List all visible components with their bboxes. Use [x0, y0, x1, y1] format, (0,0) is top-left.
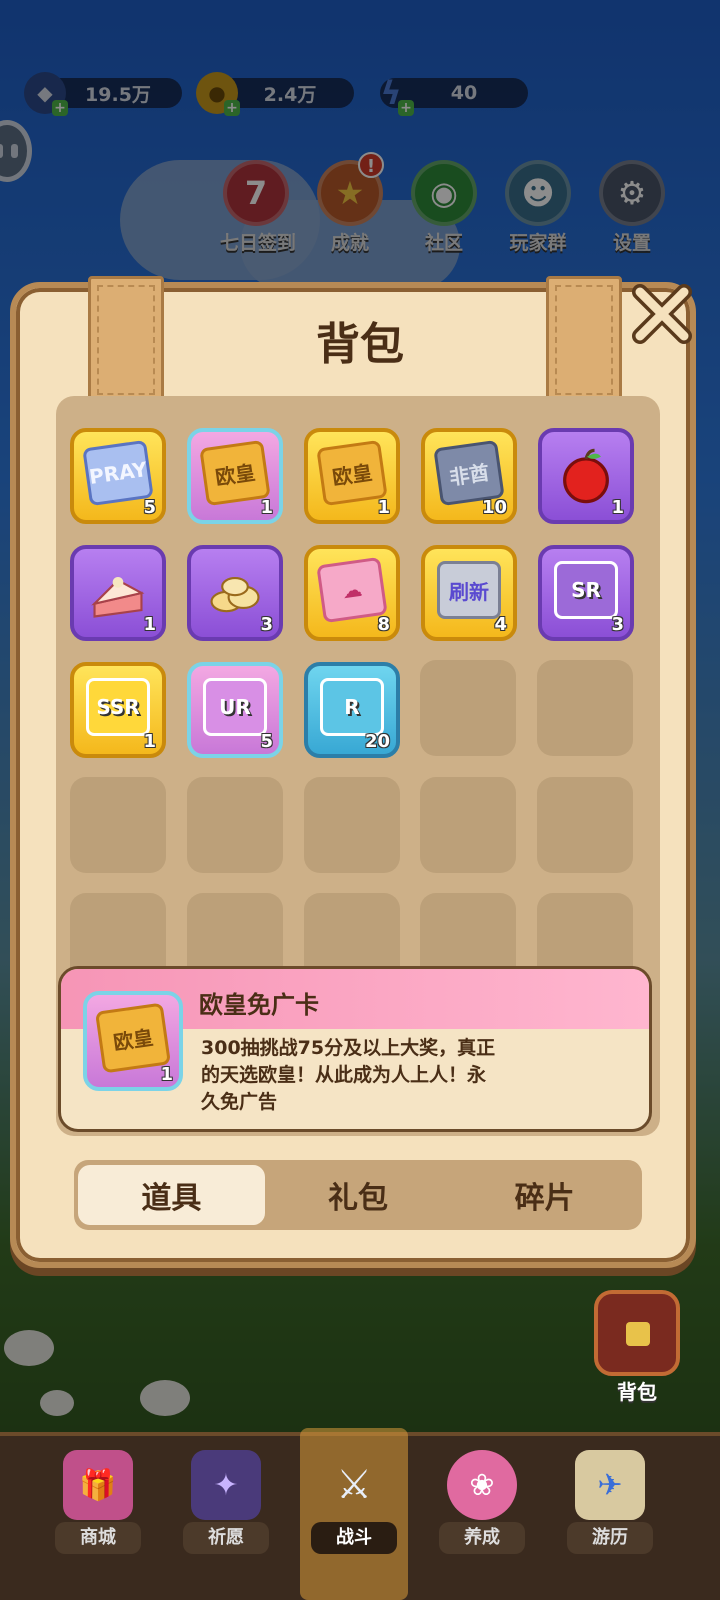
item-count: 5: [260, 731, 273, 752]
item-refresh-card[interactable]: 刷新 4: [421, 545, 517, 641]
backpack-icon: [594, 1290, 680, 1376]
item-count: 4: [494, 614, 507, 635]
item-count: 1: [160, 1064, 173, 1085]
wish-card-icon: ✦: [191, 1450, 261, 1520]
tooltip-item-description: 300抽挑战75分及以上大奖，真正的天选欧皇！从此成为人上人！永久免广告: [201, 1037, 496, 1113]
item-ur-fragment[interactable]: UR 5: [187, 662, 283, 758]
nav-battle[interactable]: ⚔ 战斗: [306, 1450, 402, 1554]
item-r-fragment[interactable]: R 20: [304, 662, 400, 758]
refresh-card-icon: 刷新: [437, 561, 501, 619]
tab-gift-packs[interactable]: 礼包: [265, 1165, 452, 1225]
item-count: 8: [377, 614, 390, 635]
item-pink-ticket[interactable]: ☁ 8: [304, 545, 400, 641]
ur-puzzle-icon: UR: [203, 678, 267, 736]
r-puzzle-icon: R: [320, 678, 384, 736]
nav-battle-label: 战斗: [311, 1522, 397, 1554]
item-ssr-fragment[interactable]: SSR 1: [70, 662, 166, 758]
bag-title: 背包: [316, 319, 404, 370]
item-feiqiu-card[interactable]: 非酋 10: [421, 428, 517, 524]
item-apple[interactable]: 1: [538, 428, 634, 524]
nav-shop[interactable]: 🎁 商城: [50, 1450, 146, 1554]
item-count: 1: [260, 497, 273, 518]
sr-puzzle-icon: SR: [554, 561, 618, 619]
empty-slot: [70, 777, 166, 873]
ssr-puzzle-icon: SSR: [86, 678, 150, 736]
item-cake[interactable]: 1: [70, 545, 166, 641]
cake-icon: [91, 577, 145, 618]
nav-travel[interactable]: ✈ 游历: [562, 1450, 658, 1554]
crossed-swords-icon: ⚔: [336, 1462, 372, 1508]
item-sr-fragment[interactable]: SR 3: [538, 545, 634, 641]
nav-wish-label: 祈愿: [183, 1522, 269, 1554]
item-count: 20: [364, 731, 390, 752]
ouhuang-ticket-icon: 欧皇: [95, 1002, 171, 1074]
item-chips[interactable]: 3: [187, 545, 283, 641]
nav-nurture[interactable]: ❀ 养成: [434, 1450, 530, 1554]
item-pray-card[interactable]: PRAY 5: [70, 428, 166, 524]
empty-slot: [537, 777, 633, 873]
empty-slot: [537, 660, 633, 756]
nav-shop-label: 商城: [55, 1522, 141, 1554]
item-count: 1: [143, 614, 156, 635]
item-count: 5: [143, 497, 156, 518]
chips-icon: [210, 577, 260, 613]
item-detail-tooltip: 欧皇 1 欧皇免广卡 300抽挑战75分及以上大奖，真正的天选欧皇！从此成为人上…: [58, 966, 652, 1132]
item-count: 3: [260, 614, 273, 635]
item-count: 1: [611, 497, 624, 518]
apple-icon: [563, 448, 609, 504]
tooltip-item-name: 欧皇免广卡: [199, 991, 319, 1019]
empty-slot: [420, 660, 516, 756]
nav-travel-label: 游历: [567, 1522, 653, 1554]
item-count: 10: [481, 497, 507, 518]
shop-icon: 🎁: [63, 1450, 133, 1520]
nav-wish[interactable]: ✦ 祈愿: [178, 1450, 274, 1554]
close-icon[interactable]: [630, 282, 694, 346]
item-broken-ouhuang-card[interactable]: 欧皇 1: [304, 428, 400, 524]
bag-category-tabs: 道具 礼包 碎片: [74, 1160, 642, 1230]
backpack-button[interactable]: 背包: [592, 1290, 682, 1410]
item-count: 3: [611, 614, 624, 635]
map-icon: ✈: [575, 1450, 645, 1520]
empty-slot: [304, 777, 400, 873]
tab-fragments[interactable]: 碎片: [451, 1165, 638, 1225]
item-count: 1: [143, 731, 156, 752]
tab-props[interactable]: 道具: [78, 1165, 265, 1225]
backpack-label: 背包: [617, 1380, 657, 1404]
empty-slot: [420, 777, 516, 873]
tooltip-item-icon: 欧皇 1: [83, 991, 183, 1091]
item-ouhuang-ad-free-card[interactable]: 欧皇 1: [187, 428, 283, 524]
empty-slot: [187, 777, 283, 873]
item-count: 1: [377, 497, 390, 518]
nav-nurture-label: 养成: [439, 1522, 525, 1554]
paw-icon: ❀: [447, 1450, 517, 1520]
